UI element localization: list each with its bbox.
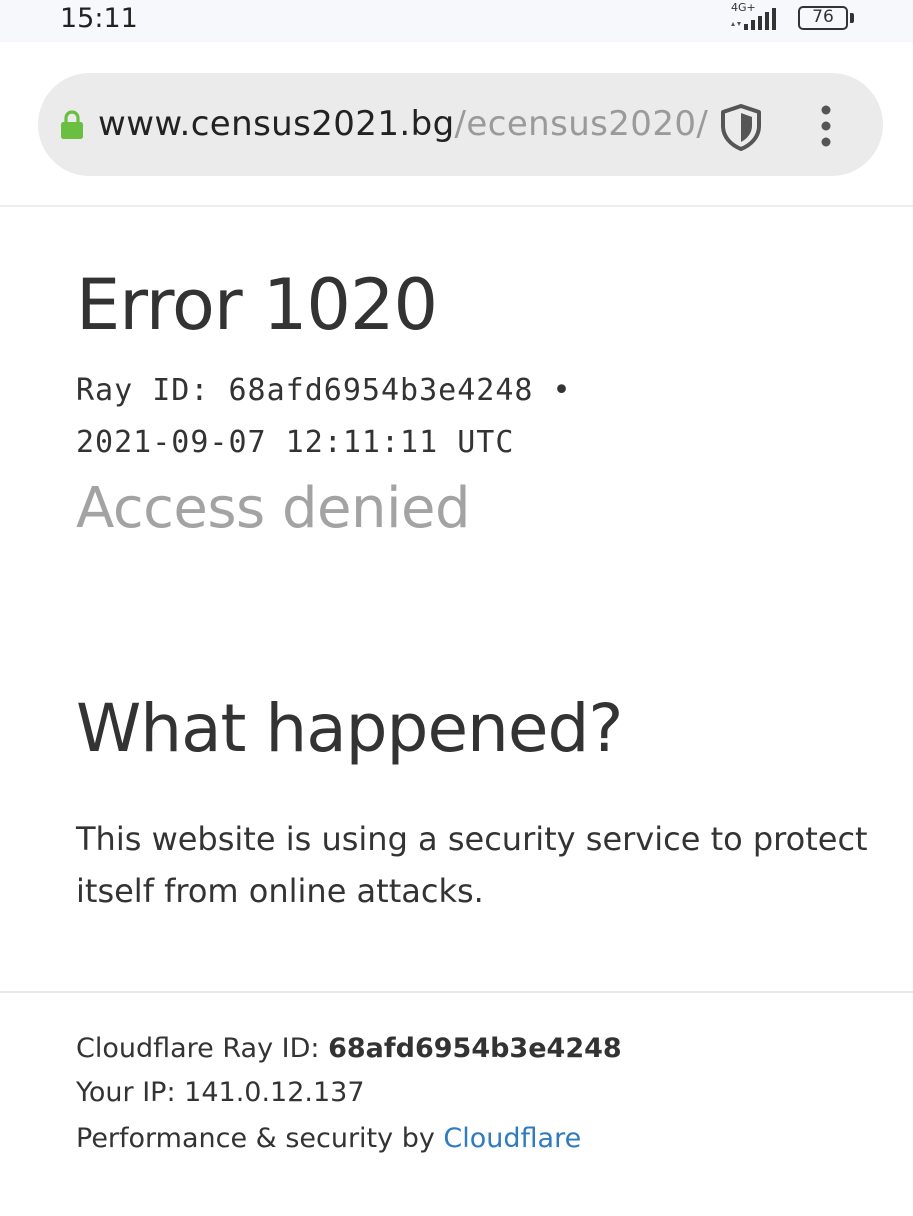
footer-divider bbox=[0, 991, 913, 993]
explanation-text: This website is using a security service… bbox=[76, 820, 868, 910]
footer-ray-value: 68afd6954b3e4248 bbox=[328, 1033, 622, 1064]
shield-icon[interactable] bbox=[718, 102, 764, 152]
cloudflare-link[interactable]: Cloudflare bbox=[443, 1123, 581, 1154]
access-denied-subtitle: Access denied bbox=[76, 476, 471, 541]
more-vert-icon[interactable] bbox=[811, 103, 841, 149]
url-text[interactable]: www.census2021.bg/ecensus2020/ bbox=[98, 104, 708, 144]
battery-indicator: 76 bbox=[798, 6, 848, 30]
footer-perf-label: Performance & security by bbox=[76, 1123, 444, 1154]
timestamp-line: 2021-09-07 12:11:11 UTC bbox=[76, 425, 515, 460]
footer-ray-id: Cloudflare Ray ID: 68afd6954b3e4248 bbox=[76, 1033, 622, 1064]
address-bar[interactable]: www.census2021.bg/ecensus2020/ bbox=[38, 73, 883, 176]
url-domain: www.census2021.bg bbox=[98, 104, 455, 144]
footer-ip: Your IP: 141.0.12.137 bbox=[76, 1077, 365, 1108]
status-bar: 15:11 4G+ 76 bbox=[0, 0, 913, 42]
battery-tip bbox=[850, 13, 854, 23]
browser-toolbar: www.census2021.bg/ecensus2020/ bbox=[0, 42, 913, 207]
footer-ray-label: Cloudflare Ray ID: bbox=[76, 1033, 329, 1064]
status-time: 15:11 bbox=[60, 3, 138, 34]
battery-level: 76 bbox=[812, 7, 834, 27]
ray-id-line: Ray ID: 68afd6954b3e4248 • bbox=[76, 373, 572, 408]
signal-strength-icon bbox=[731, 8, 776, 30]
lock-icon[interactable] bbox=[60, 110, 84, 140]
footer-ip-label: Your IP: bbox=[76, 1077, 185, 1108]
error-title: Error 1020 bbox=[76, 264, 438, 346]
what-happened-heading: What happened? bbox=[76, 690, 623, 767]
url-path: /ecensus2020/ bbox=[454, 104, 709, 144]
footer-performance: Performance & security by Cloudflare bbox=[76, 1123, 581, 1154]
footer-ip-value: 141.0.12.137 bbox=[184, 1077, 365, 1108]
